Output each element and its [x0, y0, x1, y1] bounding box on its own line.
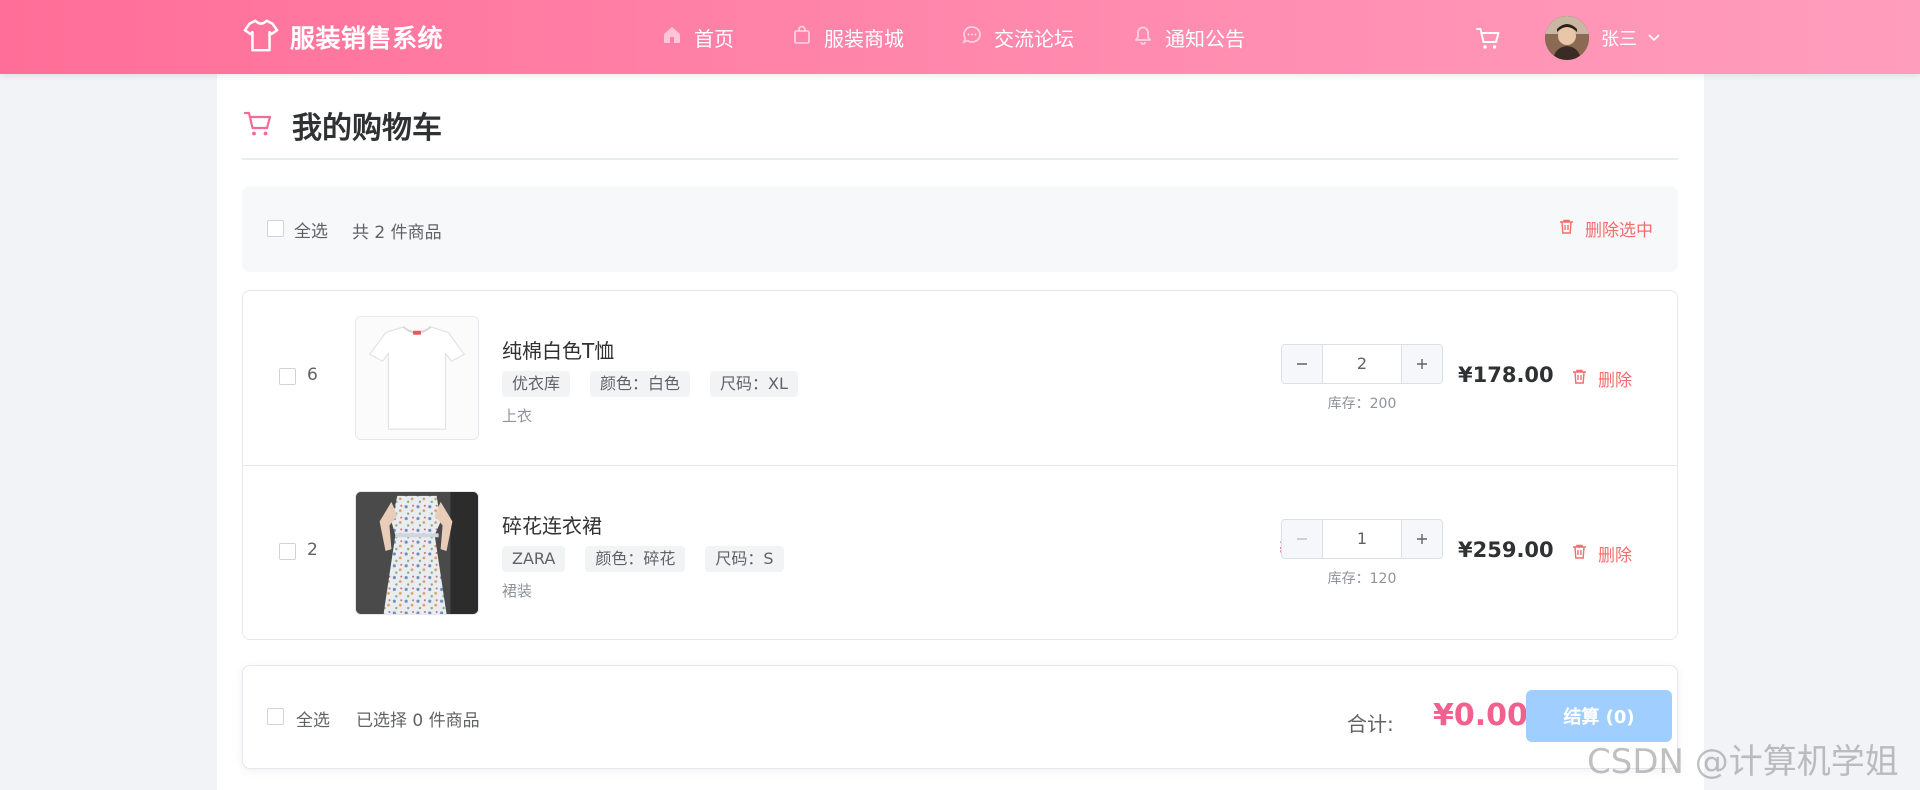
decrease-button[interactable]	[1282, 520, 1322, 558]
cart-list: 6 纯棉白色T恤 优衣库 颜色：白色 尺码：XL 上衣 ¥89 2 库存：200…	[242, 290, 1678, 640]
plus-icon	[1417, 534, 1427, 544]
brand-name: 服装销售系统	[290, 24, 444, 53]
cart-row: 2 碎花连衣裙 ZARA 颜色：碎花 尺码：S 裙装 1 库存：120 ¥259…	[243, 465, 1677, 639]
stock-info: 库存：120	[1327, 571, 1397, 587]
home-icon	[662, 25, 694, 50]
product-image[interactable]	[355, 316, 479, 440]
product-name[interactable]: 碎花连衣裙	[502, 510, 602, 539]
delete-selected-label: 删除选中	[1585, 221, 1653, 241]
nav-mall-label: 服装商城	[824, 26, 904, 51]
item-id: 6	[307, 365, 318, 385]
trash-icon	[1571, 368, 1598, 390]
nav-notice-label: 通知公告	[1165, 26, 1245, 51]
plus-icon	[1417, 359, 1427, 369]
product-image[interactable]	[355, 491, 479, 615]
divider	[242, 158, 1678, 160]
color-tag: 颜色：碎花	[585, 546, 686, 572]
quantity-stepper: 1	[1281, 519, 1443, 559]
nav-notice[interactable]: 通知公告	[1133, 0, 1245, 74]
item-subtotal: ¥259.00	[1458, 538, 1554, 562]
cart-page: 我的购物车 全选 共 2 件商品 删除选中 6 纯棉白色T恤 优衣库 颜色：白色…	[217, 74, 1704, 790]
total-amount: ¥0.00	[1433, 698, 1528, 733]
select-all-checkbox[interactable]	[267, 220, 284, 237]
watermark: CSDN @计算机学姐	[1587, 742, 1899, 782]
brand-tag: ZARA	[502, 546, 566, 572]
checkout-bar: 全选 已选择 0 件商品 合计: ¥0.00 结算 (0)	[242, 665, 1678, 769]
minus-icon	[1297, 538, 1307, 540]
select-all-checkbox-footer[interactable]	[267, 708, 284, 725]
cart-icon	[242, 107, 274, 143]
delete-selected-button[interactable]: 删除选中	[1558, 216, 1653, 241]
total-label: 合计:	[1347, 712, 1394, 736]
nav-home[interactable]: 首页	[662, 0, 734, 74]
item-checkbox[interactable]	[279, 368, 296, 385]
delete-item-button[interactable]: 删除	[1571, 541, 1632, 566]
product-name[interactable]: 纯棉白色T恤	[502, 335, 614, 364]
trash-icon	[1558, 218, 1585, 240]
item-checkbox[interactable]	[279, 543, 296, 560]
nav-forum[interactable]: 交流论坛	[962, 0, 1074, 74]
color-tag: 颜色：白色	[590, 371, 691, 397]
quantity-stepper: 2	[1281, 344, 1443, 384]
chevron-down-icon	[1637, 29, 1661, 48]
select-all-label-footer[interactable]: 全选	[296, 706, 330, 731]
quantity-input[interactable]: 2	[1322, 345, 1402, 383]
brand[interactable]: 服装销售系统	[242, 18, 443, 56]
delete-item-button[interactable]: 删除	[1571, 366, 1632, 391]
decrease-button[interactable]	[1282, 345, 1322, 383]
user-menu[interactable]: 张三	[1545, 16, 1661, 60]
minus-icon	[1297, 363, 1307, 365]
top-navbar: 服装销售系统 首页 服装商城 交流论坛 通知公告 张三	[0, 0, 1920, 74]
item-subtotal: ¥178.00	[1458, 363, 1554, 387]
item-id: 2	[307, 540, 318, 560]
increase-button[interactable]	[1402, 520, 1442, 558]
cart-row: 6 纯棉白色T恤 优衣库 颜色：白色 尺码：XL 上衣 ¥89 2 库存：200…	[243, 291, 1677, 465]
page-title: 我的购物车	[292, 111, 442, 146]
shopping-bag-icon	[792, 25, 824, 50]
delete-item-label: 删除	[1598, 371, 1632, 391]
size-tag: 尺码：S	[705, 546, 784, 572]
trash-icon	[1571, 543, 1598, 565]
cart-icon[interactable]	[1475, 25, 1501, 51]
nav-forum-label: 交流论坛	[994, 26, 1074, 51]
product-tags: ZARA 颜色：碎花 尺码：S	[502, 546, 804, 572]
username: 张三	[1601, 29, 1637, 50]
increase-button[interactable]	[1402, 345, 1442, 383]
select-all-label[interactable]: 全选	[294, 217, 328, 242]
cart-toolbar: 全选 共 2 件商品 删除选中	[242, 186, 1678, 272]
bell-icon	[1133, 25, 1165, 50]
chat-icon	[962, 25, 994, 50]
delete-item-label: 删除	[1598, 546, 1632, 566]
selected-count: 已选择 0 件商品	[356, 711, 480, 731]
product-category: 裙装	[502, 582, 533, 600]
page-header: 我的购物车	[242, 104, 442, 146]
nav-home-label: 首页	[694, 26, 734, 51]
stock-info: 库存：200	[1327, 396, 1397, 412]
item-count: 共 2 件商品	[352, 223, 442, 243]
quantity-input[interactable]: 1	[1322, 520, 1402, 558]
size-tag: 尺码：XL	[710, 371, 798, 397]
nav-mall[interactable]: 服装商城	[792, 0, 904, 74]
product-tags: 优衣库 颜色：白色 尺码：XL	[502, 371, 818, 397]
tshirt-icon	[242, 16, 280, 58]
brand-tag: 优衣库	[502, 371, 571, 397]
avatar[interactable]	[1545, 16, 1589, 60]
product-category: 上衣	[502, 407, 533, 425]
